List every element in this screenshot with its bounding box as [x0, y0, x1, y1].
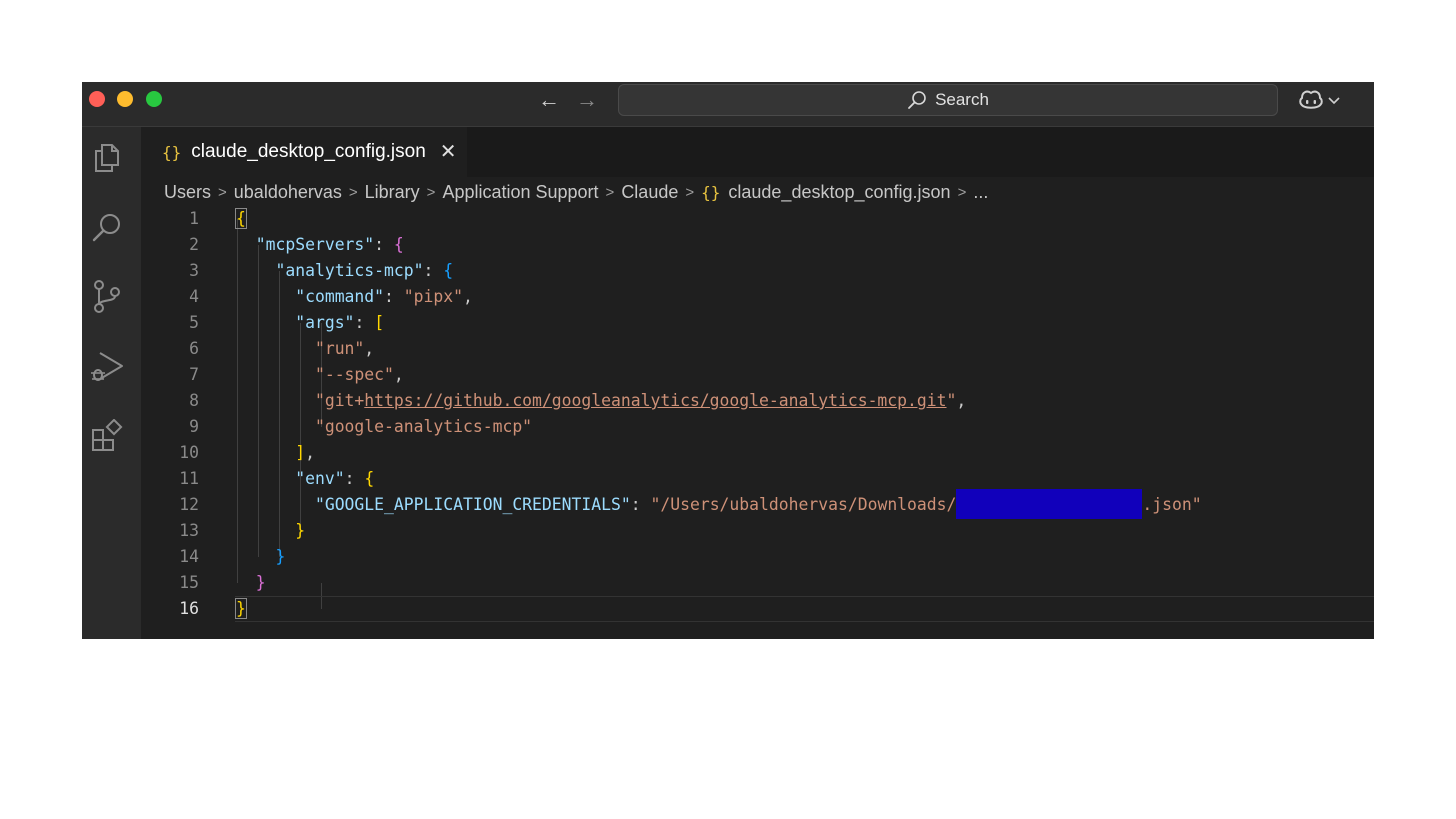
- code-line: 2 "mcpServers": {: [141, 232, 1374, 258]
- line-number: 7: [189, 365, 199, 384]
- editor-tabs: {} claude_desktop_config.json ✕: [141, 127, 1374, 177]
- chevron-right-icon: >: [348, 183, 358, 201]
- source-control-icon[interactable]: [90, 279, 124, 313]
- code-line: 8 "git+https://github.com/googleanalytic…: [141, 388, 1374, 414]
- tab-label: claude_desktop_config.json: [191, 141, 426, 162]
- code-editor[interactable]: 1 { 2 "mcpServers": { 3 "analytics-mcp":…: [141, 206, 1374, 639]
- breadcrumb-item[interactable]: ubaldohervas: [234, 182, 342, 203]
- code-line: 5 "args": [: [141, 310, 1374, 336]
- chevron-down-icon: [1328, 97, 1340, 105]
- line-number: 10: [179, 443, 199, 462]
- extensions-icon[interactable]: [90, 419, 124, 453]
- maximize-window-button[interactable]: [146, 91, 162, 107]
- tab-claude-desktop-config[interactable]: {} claude_desktop_config.json ✕: [141, 127, 467, 177]
- chevron-right-icon: >: [605, 183, 615, 201]
- code-line: 1 {: [141, 206, 1374, 232]
- code-line: 15 }: [141, 570, 1374, 596]
- search-label: Search: [935, 90, 989, 109]
- code-line: 14 }: [141, 544, 1374, 570]
- line-number: 11: [179, 469, 199, 488]
- json-file-icon: {}: [162, 142, 182, 162]
- command-center-search[interactable]: Search: [618, 84, 1278, 116]
- line-number: 2: [189, 235, 199, 254]
- breadcrumb-file[interactable]: claude_desktop_config.json: [728, 182, 950, 203]
- close-icon[interactable]: ✕: [440, 142, 457, 162]
- arrow-left-icon[interactable]: ←: [538, 88, 560, 112]
- code-line: 13 }: [141, 518, 1374, 544]
- breadcrumb-item[interactable]: Claude: [621, 182, 678, 203]
- line-number: 4: [189, 287, 199, 306]
- title-bar: ← → Search: [82, 82, 1374, 127]
- line-number: 16: [179, 599, 199, 618]
- chevron-right-icon: >: [426, 183, 436, 201]
- code-line: 12 "GOOGLE_APPLICATION_CREDENTIALS": "/U…: [141, 488, 1374, 519]
- copilot-menu-button[interactable]: [1298, 88, 1342, 112]
- breadcrumb-item[interactable]: Library: [365, 182, 420, 203]
- breadcrumb: Users > ubaldohervas > Library > Applica…: [164, 180, 988, 204]
- breadcrumb-item[interactable]: Users: [164, 182, 211, 203]
- breadcrumb-item[interactable]: Application Support: [442, 182, 598, 203]
- code-line: 10 ],: [141, 440, 1374, 466]
- code-line: 11 "env": {: [141, 466, 1374, 492]
- repository-link[interactable]: https://github.com/googleanalytics/googl…: [364, 391, 946, 410]
- code-line: 4 "command": "pipx",: [141, 284, 1374, 310]
- json-file-icon: {}: [701, 182, 721, 202]
- chevron-right-icon: >: [218, 183, 227, 201]
- code-line-active: 16 }: [141, 596, 1374, 622]
- line-number: 1: [189, 209, 199, 228]
- line-number: 5: [189, 313, 199, 332]
- chevron-right-icon: >: [685, 183, 695, 201]
- chevron-right-icon: >: [957, 183, 967, 201]
- line-number: 3: [189, 261, 199, 280]
- line-number: 15: [179, 573, 199, 592]
- close-window-button[interactable]: [89, 91, 105, 107]
- code-line: 9 "google-analytics-mcp": [141, 414, 1374, 440]
- search-icon[interactable]: [90, 211, 124, 245]
- current-line-highlight: [235, 596, 1374, 622]
- code-line: 3 "analytics-mcp": {: [141, 258, 1374, 284]
- redacted-block: [956, 488, 1143, 519]
- line-number: 12: [179, 495, 199, 514]
- search-icon: [908, 91, 926, 109]
- line-number: 8: [189, 391, 199, 410]
- code-line: 6 "run",: [141, 336, 1374, 362]
- copilot-icon: [1299, 90, 1323, 109]
- run-and-debug-icon[interactable]: [90, 349, 124, 383]
- editor-window: ← → Search {} claude_desktop_config.json…: [82, 82, 1374, 639]
- line-number: 9: [189, 417, 199, 436]
- line-number: 13: [179, 521, 199, 540]
- activity-bar: [82, 127, 141, 639]
- line-number: 14: [179, 547, 199, 566]
- arrow-right-icon[interactable]: →: [576, 88, 598, 112]
- breadcrumb-ellipsis[interactable]: ...: [973, 182, 988, 203]
- code-line: 7 "--spec",: [141, 362, 1374, 388]
- minimize-window-button[interactable]: [117, 91, 133, 107]
- files-icon[interactable]: [90, 141, 124, 175]
- line-number: 6: [189, 339, 199, 358]
